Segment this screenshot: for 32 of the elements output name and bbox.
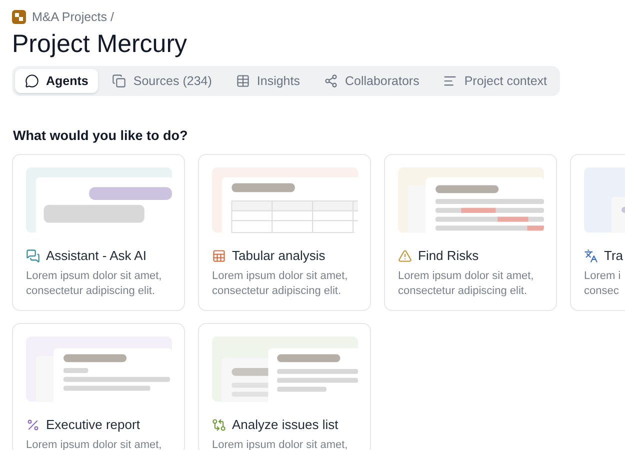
breadcrumb-link[interactable]: M&A Projects / (32, 10, 114, 24)
card-description: Lorem ipsum dolor sit amet, consectetur adipiscing elit. (26, 269, 163, 299)
tab[interactable]: Sources (234) (102, 69, 222, 93)
card-description: Lorem ipsum dolor sit amet, consectetur adipiscing elit. (212, 269, 349, 299)
logo-icon (12, 10, 26, 24)
tab[interactable]: Insights (226, 69, 310, 93)
tab[interactable]: Agents (15, 69, 98, 93)
card-title: Find Risks (418, 248, 479, 263)
agent-card[interactable]: Tabular analysis Lorem ipsum dolor sit amet, consectetur adipiscing elit. (198, 154, 371, 311)
chat-icon (25, 74, 39, 88)
agent-card[interactable]: Assistant - Ask AI Lorem ipsum dolor sit amet, consectetur adipiscing elit. (12, 154, 185, 311)
card-description: Lorem ipsum dolor sit amet, (26, 438, 163, 450)
card-title: Analyze issues list (232, 417, 338, 432)
table-icon (236, 74, 250, 88)
card-description: Lorem ipsum dolor sit amet, consectetur adipiscing elit. (398, 269, 535, 299)
tab[interactable]: Project context (433, 69, 558, 93)
card-title: Tra (604, 248, 624, 263)
lines-icon (443, 74, 458, 88)
copy-icon (112, 74, 126, 88)
section-heading: What would you like to do? (13, 128, 189, 143)
card-description: Lorem i consec (584, 269, 622, 299)
agent-card[interactable]: Analyze issues list Lorem ipsum dolor sit amet, (198, 323, 371, 450)
page-title: Project Mercury (12, 29, 188, 60)
agent-card[interactable]: Executive report Lorem ipsum dolor sit amet, (12, 323, 185, 450)
card-title: Executive report (46, 417, 140, 432)
tab[interactable]: Collaborators (314, 69, 430, 93)
card-title: Tabular analysis (232, 248, 326, 263)
agent-card[interactable]: Tra Lorem i consec (570, 154, 625, 311)
card-description: Lorem ipsum dolor sit amet, (212, 438, 349, 450)
agent-card[interactable]: Find Risks Lorem ipsum dolor sit amet, consectetur adipiscing elit. (384, 154, 557, 311)
card-title: Assistant - Ask AI (46, 248, 146, 263)
share-icon (324, 74, 338, 88)
